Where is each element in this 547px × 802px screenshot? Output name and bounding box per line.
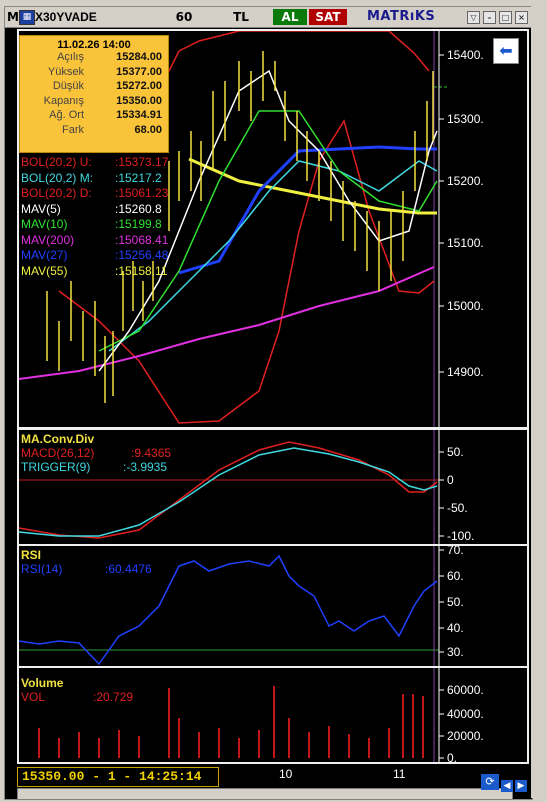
period-selector[interactable]: 60 — [173, 9, 195, 25]
macd-label: MACD(26,12) — [21, 446, 95, 460]
rsi-axis-label: 70. — [447, 546, 464, 557]
macd-chart: 50. 0 -50. -100. — [19, 430, 474, 544]
indicator-value: :15373.17 — [115, 155, 169, 169]
volume-chart: 60000. 40000. 20000. 0. — [38, 668, 484, 762]
indicator-value: :15061.23 — [115, 186, 169, 200]
info-value: 15284.00 — [116, 51, 162, 63]
rsi-axis-label: 50. — [447, 595, 464, 609]
rsi-axis-label: 60. — [447, 569, 464, 583]
trigger-label: TRIGGER(9) — [21, 460, 91, 474]
info-value: 15334.91 — [116, 109, 162, 121]
info-value: 15272.00 — [116, 80, 162, 92]
info-key: Düşük — [52, 80, 84, 92]
info-key: Kapanış — [43, 94, 84, 107]
rsi-panel[interactable]: 70. 60. 50. 40. 30. RSI RSI(14) :60.4476 — [17, 544, 529, 668]
indicator-name: BOL(20,2) M: — [21, 170, 94, 185]
side-toolbar: ⬅ — [493, 6, 547, 798]
volume-axis-label: 0. — [447, 751, 457, 762]
title-bar: M ▦ X30YVADE 60 TL AL SAT MATRıKS ▽ – □ … — [5, 7, 532, 28]
indicator-value: :15068.41 — [115, 232, 169, 247]
scroll-right-icon[interactable]: ▶ — [515, 780, 527, 792]
macd-axis-label: -50. — [447, 501, 468, 515]
info-key: Ağ. Ort — [49, 109, 84, 121]
rsi-axis-label: 40. — [447, 621, 464, 635]
price-axis-label: 14900. — [447, 365, 484, 379]
status-readout: 15350.00 - 1 - 14:25:14 — [17, 767, 219, 787]
indicator-value: :15256.48 — [115, 248, 169, 262]
rsi-line — [19, 554, 438, 666]
volume-label: VOL — [21, 690, 46, 704]
indicator-value: :15217.2 — [115, 170, 162, 185]
ohlc-info-box: 11.02.26 14:00 Açılış 15284.00 Yüksek 15377… — [19, 35, 169, 153]
macd-axis-label: 50. — [447, 445, 464, 459]
rsi-chart: 70. 60. 50. 40. 30. — [19, 546, 464, 666]
volume-axis-label: 40000. — [447, 707, 484, 721]
time-label-10: 10 — [279, 767, 293, 781]
info-value: 15377.00 — [116, 65, 162, 78]
info-datetime: 11.02.26 14:00 — [57, 39, 131, 51]
indicator-name: BOL(20,2) U: — [21, 155, 92, 169]
sell-button[interactable]: SAT — [309, 9, 347, 25]
indicator-name: MAV(5) — [21, 201, 61, 216]
bollinger-upper — [158, 31, 430, 92]
mav200-line — [19, 266, 435, 380]
macd-title: MA.Conv.Div — [21, 432, 95, 446]
indicator-name: MAV(55) — [21, 263, 68, 278]
minimize-icon[interactable]: – — [483, 11, 496, 24]
indicator-value: :15199.8 — [115, 217, 162, 231]
buy-button[interactable]: AL — [273, 9, 307, 25]
info-row: Yüksek 15377.00 — [20, 66, 168, 81]
price-axis-label: 15400. — [447, 48, 484, 62]
rsi-axis-label: 30. — [447, 645, 464, 659]
symbol-label[interactable]: X30YVADE — [35, 9, 97, 25]
price-axis-label: 15200. — [447, 174, 484, 188]
trigger-value: :-3.9935 — [123, 460, 168, 474]
info-value: 15350.00 — [116, 94, 162, 107]
horizontal-scrollbar[interactable] — [17, 788, 513, 800]
macd-axis-label: 0 — [447, 473, 454, 487]
info-row: Ağ. Ort 15334.91 — [20, 109, 168, 124]
indicator-name: MAV(10) — [21, 217, 68, 231]
refresh-icon[interactable]: ⟳ — [481, 774, 499, 790]
chart-type-icon[interactable]: ▦ — [19, 10, 35, 25]
close-icon[interactable]: × — [515, 11, 528, 24]
info-row: Açılış 15284.00 — [20, 51, 168, 66]
chart-window: M ▦ X30YVADE 60 TL AL SAT MATRıKS ▽ – □ … — [4, 6, 533, 800]
macd-axis-label: -100. — [447, 529, 474, 543]
price-axis-label: 15300. — [447, 112, 484, 126]
indicator-name: BOL(20,2) D: — [21, 186, 92, 200]
scroll-left-icon[interactable]: ◀ — [501, 780, 513, 792]
dropdown-icon[interactable]: ▽ — [467, 11, 480, 24]
volume-value: :20.729 — [93, 690, 134, 704]
indicator-value: :15158.11 — [115, 263, 168, 278]
macd-panel[interactable]: 50. 0 -50. -100. MA.Conv.Div MACD(26,12) :9… — [17, 428, 529, 546]
brand-label: MATRıKS — [367, 9, 436, 24]
indicator-value: :15260.8 — [115, 201, 162, 216]
info-row: Kapanış 15350.00 — [20, 95, 168, 110]
volume-axis-label: 20000. — [447, 729, 484, 743]
volume-title: Volume — [21, 676, 64, 690]
rsi-value: :60.4476 — [105, 562, 152, 576]
info-row: Düşük 15272.00 — [20, 80, 168, 95]
price-axis-label: 15000. — [447, 299, 484, 313]
info-key: Açılış — [57, 51, 84, 63]
volume-axis-label: 60000. — [447, 683, 484, 697]
currency-selector[interactable]: TL — [229, 9, 253, 25]
info-key: Fark — [62, 123, 84, 136]
time-label-11: 11 — [393, 767, 406, 781]
info-key: Yüksek — [47, 65, 84, 78]
menu-letter[interactable]: M — [7, 9, 19, 25]
info-row: Fark 68.00 — [20, 124, 168, 139]
macd-value: :9.4365 — [131, 446, 172, 460]
info-value: 68.00 — [134, 123, 162, 136]
price-axis-label: 15100. — [447, 236, 484, 250]
maximize-icon[interactable]: □ — [499, 11, 512, 24]
volume-panel[interactable]: 60000. 40000. 20000. 0. Volume VOL :20.729 — [17, 666, 529, 764]
indicator-name: MAV(27) — [21, 248, 68, 262]
indicator-name: MAV(200) — [21, 232, 75, 247]
rsi-title: RSI — [21, 548, 42, 562]
rsi-label: RSI(14) — [21, 562, 63, 576]
back-arrow-icon[interactable]: ⬅ — [493, 38, 519, 64]
